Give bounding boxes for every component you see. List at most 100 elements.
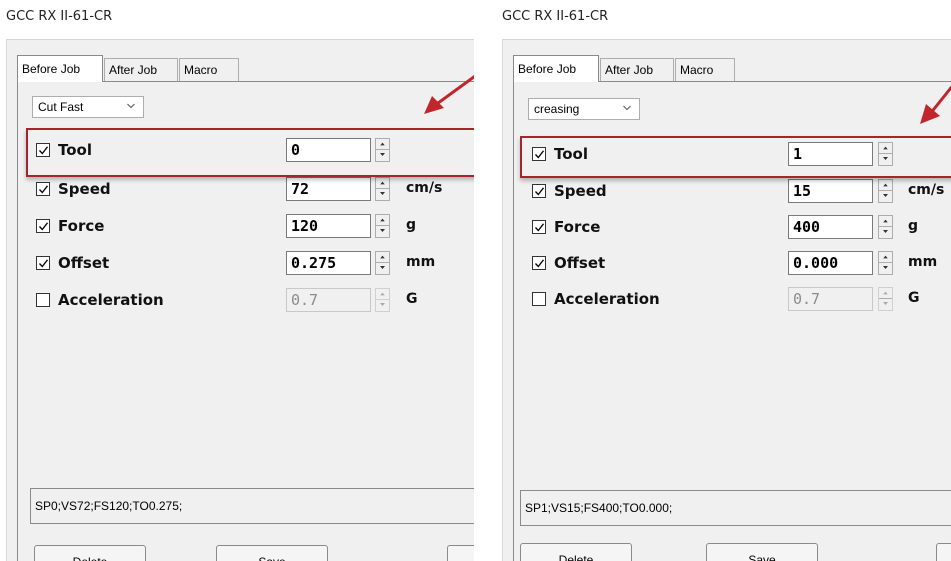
- offset-value: 0.000: [793, 254, 839, 272]
- dialog-body: Before Job After Job Macro Cut Fast Tool…: [6, 39, 474, 561]
- speed-spinner[interactable]: [375, 177, 390, 201]
- tab-before-job[interactable]: Before Job: [17, 55, 103, 82]
- offset-unit: mm: [406, 254, 436, 270]
- preset-value: creasing: [534, 102, 580, 116]
- offset-label: Offset: [58, 254, 110, 272]
- settings-panel-left: GCC RX II-61-CR Before Job After Job Mac…: [0, 0, 474, 561]
- checkmark-icon: [535, 223, 545, 232]
- checkmark-icon: [39, 259, 49, 268]
- chevron-down-icon: [623, 105, 631, 111]
- speed-unit: cm/s: [406, 180, 443, 196]
- delete-button[interactable]: Delete: [34, 545, 146, 561]
- force-spinner[interactable]: [375, 214, 390, 238]
- spin-down-icon[interactable]: [376, 226, 389, 237]
- tab-macro[interactable]: Macro: [179, 58, 239, 81]
- force-input[interactable]: 400: [788, 215, 873, 239]
- red-arrow-icon: [424, 75, 474, 114]
- command-string-field[interactable]: SP0;VS72;FS120;TO0.275;: [30, 488, 474, 524]
- acceleration-input: 0.7: [788, 287, 873, 311]
- spin-up-icon[interactable]: [376, 215, 389, 226]
- chevron-down-icon: [127, 103, 135, 109]
- command-text: SP0;VS72;FS120;TO0.275;: [35, 499, 183, 513]
- spin-down-icon[interactable]: [376, 263, 389, 274]
- force-checkbox[interactable]: [532, 220, 546, 234]
- force-label: Force: [58, 217, 105, 235]
- speed-input[interactable]: 72: [286, 177, 371, 201]
- speed-checkbox[interactable]: [36, 182, 50, 196]
- acceleration-checkbox[interactable]: [532, 292, 546, 306]
- force-label: Force: [554, 218, 601, 236]
- speed-label: Speed: [58, 180, 111, 198]
- checkmark-icon: [535, 187, 545, 196]
- window-title: GCC RX II-61-CR: [6, 9, 113, 24]
- offset-spinner[interactable]: [375, 251, 390, 275]
- spin-down-icon[interactable]: [879, 191, 892, 202]
- speed-label: Speed: [554, 182, 607, 200]
- acceleration-unit: G: [908, 290, 920, 306]
- save-button[interactable]: Save: [216, 545, 328, 561]
- preset-value: Cut Fast: [38, 100, 84, 114]
- spin-up-icon[interactable]: [879, 180, 892, 191]
- offset-input[interactable]: 0.000: [788, 251, 873, 275]
- spin-down-icon[interactable]: [376, 189, 389, 200]
- tab-macro[interactable]: Macro: [675, 58, 735, 81]
- offset-label: Offset: [554, 254, 606, 272]
- spin-up-icon[interactable]: [376, 252, 389, 263]
- spin-up-icon[interactable]: [879, 252, 892, 263]
- force-unit: g: [908, 218, 919, 234]
- speed-checkbox[interactable]: [532, 184, 546, 198]
- speed-input[interactable]: 15: [788, 179, 873, 203]
- preset-dropdown[interactable]: Cut Fast: [32, 96, 144, 118]
- force-checkbox[interactable]: [36, 219, 50, 233]
- offset-spinner[interactable]: [878, 251, 893, 275]
- force-spinner[interactable]: [878, 215, 893, 239]
- spin-up-icon: [376, 292, 389, 300]
- tab-after-job[interactable]: After Job: [104, 58, 178, 81]
- checkmark-icon: [39, 222, 49, 231]
- force-value: 400: [793, 218, 821, 236]
- spin-up-icon[interactable]: [376, 178, 389, 189]
- settings-panel-right: GCC RX II-61-CR Before Job After Job Mac…: [496, 0, 951, 561]
- acceleration-checkbox[interactable]: [36, 293, 50, 307]
- preset-dropdown[interactable]: creasing: [528, 98, 640, 120]
- spin-down-icon: [883, 302, 888, 305]
- save-button[interactable]: Save: [706, 543, 818, 561]
- delete-button[interactable]: Delete: [520, 543, 632, 561]
- tab-after-job[interactable]: After Job: [600, 58, 674, 81]
- tool-highlight-box: [26, 128, 474, 177]
- window-title: GCC RX II-61-CR: [502, 9, 609, 24]
- extra-button[interactable]: [936, 543, 951, 561]
- offset-checkbox[interactable]: [532, 256, 546, 270]
- checkmark-icon: [535, 259, 545, 268]
- acceleration-spinner: [375, 288, 390, 312]
- dialog-body: Before Job After Job Macro creasing Tool…: [502, 39, 951, 561]
- offset-unit: mm: [908, 254, 938, 270]
- speed-value: 72: [291, 180, 310, 198]
- checkmark-icon: [39, 185, 49, 194]
- force-value: 120: [291, 217, 319, 235]
- command-text: SP1;VS15;FS400;TO0.000;: [525, 501, 673, 515]
- spin-down-icon[interactable]: [879, 227, 892, 238]
- spin-down-icon: [380, 303, 385, 306]
- force-input[interactable]: 120: [286, 214, 371, 238]
- speed-spinner[interactable]: [878, 179, 893, 203]
- spin-down-icon[interactable]: [879, 263, 892, 274]
- tab-before-job[interactable]: Before Job: [513, 55, 599, 82]
- force-unit: g: [406, 217, 417, 233]
- spin-up-icon: [879, 291, 892, 299]
- offset-input[interactable]: 0.275: [286, 251, 371, 275]
- command-string-field[interactable]: SP1;VS15;FS400;TO0.000;: [520, 490, 951, 526]
- acceleration-value: 0.7: [291, 291, 319, 309]
- tool-highlight-box: [520, 136, 951, 178]
- acceleration-input: 0.7: [286, 288, 371, 312]
- acceleration-unit: G: [406, 291, 418, 307]
- acceleration-label: Acceleration: [554, 290, 660, 308]
- speed-value: 15: [793, 182, 812, 200]
- acceleration-label: Acceleration: [58, 291, 164, 309]
- offset-value: 0.275: [291, 254, 337, 272]
- spin-up-icon[interactable]: [879, 216, 892, 227]
- offset-checkbox[interactable]: [36, 256, 50, 270]
- red-arrow-icon: [920, 85, 951, 124]
- speed-unit: cm/s: [908, 182, 945, 198]
- extra-button[interactable]: [447, 545, 474, 561]
